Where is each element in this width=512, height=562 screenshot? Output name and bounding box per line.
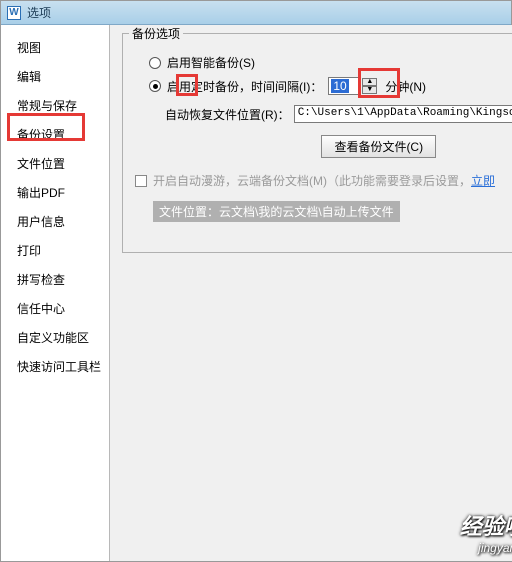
main-panel: 备份选项 启用智能备份(S) 启用定时备份，时间间隔(I)： 10 ▲ ▼ 分钟… [110,25,512,561]
radio-timed-backup[interactable] [149,80,161,92]
smart-backup-label: 启用智能备份(S) [167,54,255,71]
login-link[interactable]: 立即 [471,172,495,189]
sidebar: 视图 编辑 常规与保存 备份设置 文件位置 输出PDF 用户信息 打印 拼写检查… [1,25,110,561]
app-icon: W [7,6,21,20]
interval-input[interactable]: 10 [328,77,360,95]
radio-smart-backup[interactable] [149,57,161,69]
sidebar-item-custom-ribbon[interactable]: 自定义功能区 [1,323,109,352]
cloud-roaming-label: 开启自动漫游，云端备份文档(M)（此功能需要登录后设置， [153,172,471,189]
watermark: 经验啦✓ jingyanla.com [460,509,512,555]
sidebar-item-output-pdf[interactable]: 输出PDF [1,178,109,207]
restore-location-label: 自动恢复文件位置(R)： [165,106,290,123]
backup-options-group: 备份选项 启用智能备份(S) 启用定时备份，时间间隔(I)： 10 ▲ ▼ 分钟… [122,33,512,253]
interval-spinner[interactable]: ▲ ▼ [362,78,377,94]
cloud-roaming-checkbox[interactable] [135,175,147,187]
sidebar-item-user-info[interactable]: 用户信息 [1,207,109,236]
spinner-up-icon[interactable]: ▲ [362,78,377,86]
sidebar-item-edit[interactable]: 编辑 [1,62,109,91]
sidebar-item-backup-settings[interactable]: 备份设置 [1,120,109,149]
sidebar-item-print[interactable]: 打印 [1,236,109,265]
titlebar: W 选项 [1,1,511,25]
group-title: 备份选项 [129,25,183,42]
watermark-domain: jingyanla.com [460,541,512,555]
sidebar-item-general-save[interactable]: 常规与保存 [1,91,109,120]
container: 视图 编辑 常规与保存 备份设置 文件位置 输出PDF 用户信息 打印 拼写检查… [1,25,511,561]
watermark-brand: 经验啦 [460,514,512,539]
restore-path-input[interactable]: C:\Users\1\AppData\Roaming\Kingsoft\of [294,105,512,123]
timed-backup-label: 启用定时备份，时间间隔(I)： [167,78,322,95]
minutes-label: 分钟(N) [385,78,426,95]
sidebar-item-file-location[interactable]: 文件位置 [1,149,109,178]
sidebar-item-spellcheck[interactable]: 拼写检查 [1,265,109,294]
sidebar-item-view[interactable]: 视图 [1,33,109,62]
cloud-path-label: 文件位置：云文档\我的云文档\自动上传文件 [153,201,400,222]
spinner-down-icon[interactable]: ▼ [362,86,377,94]
view-backup-files-button[interactable]: 查看备份文件(C) [321,135,436,158]
sidebar-item-quick-access[interactable]: 快速访问工具栏 [1,352,109,381]
sidebar-item-trust-center[interactable]: 信任中心 [1,294,109,323]
window-title: 选项 [27,4,51,21]
